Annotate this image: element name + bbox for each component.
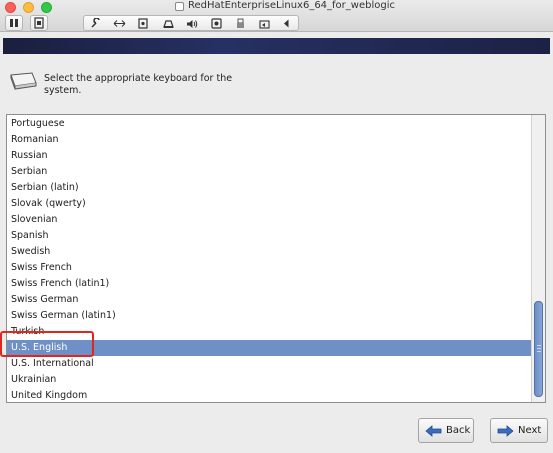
keyboard-list-item[interactable]: Swiss German (latin1) [7,308,531,324]
pause-icon [10,19,18,27]
disk-icon[interactable] [135,17,151,30]
keyboard-list-item[interactable]: Swiss German [7,292,531,308]
next-label: Next [518,425,542,436]
keyboard-list-item[interactable]: Russian [7,148,531,164]
next-button[interactable]: Next [490,418,548,443]
grip-line [537,351,541,352]
list-scrollbar[interactable] [531,115,545,402]
window-title-text: RedHatEnterpriseLinux6_64_for_weblogic [188,0,395,11]
keyboard-list-item[interactable]: Spanish [7,228,531,244]
keyboard-list-item[interactable]: Serbian [7,164,531,180]
keyboard-list-item[interactable]: Slovenian [7,212,531,228]
title-bar: RedHatEnterpriseLinux6_64_for_weblogic [0,0,553,32]
keyboard-list-item[interactable]: Portuguese [7,116,531,132]
snapshot-button[interactable] [30,15,48,31]
vm-window: RedHatEnterpriseLinux6_64_for_weblogic S… [0,0,553,453]
network-arrows-icon[interactable] [111,17,127,30]
keyboard-key-icon [10,72,37,90]
settings-wrench-icon[interactable] [87,17,103,30]
harddrive-icon[interactable] [160,17,176,30]
keyboard-prompt: Select the appropriate keyboard for the … [44,73,233,96]
scrollbar-thumb[interactable] [534,301,543,397]
keyboard-list-item[interactable]: Romanian [7,132,531,148]
pause-button[interactable] [5,15,23,31]
back-label: Back [446,425,471,436]
installer-header-banner [3,38,550,54]
keyboard-list-item[interactable]: Ukrainian [7,372,531,388]
keyboard-list-item[interactable]: United Kingdom [7,388,531,402]
keyboard-list-item[interactable]: U.S. International [7,356,531,372]
keyboard-list-item[interactable]: Serbian (latin) [7,180,531,196]
chevron-left-icon[interactable] [278,17,294,30]
keyboard-list-item[interactable]: Slovak (qwerty) [7,196,531,212]
grip-line [537,345,541,346]
annotation-highlight-box [0,331,94,357]
usb-icon[interactable] [232,17,248,30]
keyboard-list-item[interactable]: Swiss French (latin1) [7,276,531,292]
vm-toolbar [83,15,299,31]
back-arrow-icon [425,424,442,437]
next-arrow-icon [497,424,514,437]
back-button[interactable]: Back [418,418,474,443]
speaker-icon[interactable] [184,17,200,30]
maximize-window-button[interactable] [41,2,52,13]
snapshot-icon [34,17,44,29]
folder-share-icon[interactable] [256,17,272,30]
keyboard-list-item[interactable]: Swedish [7,244,531,260]
window-title: RedHatEnterpriseLinux6_64_for_weblogic [175,0,395,12]
vm-icon [175,1,184,11]
camera-icon[interactable] [208,17,224,30]
keyboard-list-item[interactable]: Swiss French [7,260,531,276]
minimize-window-button[interactable] [23,2,34,13]
close-window-button[interactable] [5,2,16,13]
grip-line [537,348,541,349]
keyboard-list[interactable]: Portuguese Romanian Russian Serbian Serbian … [6,114,546,403]
